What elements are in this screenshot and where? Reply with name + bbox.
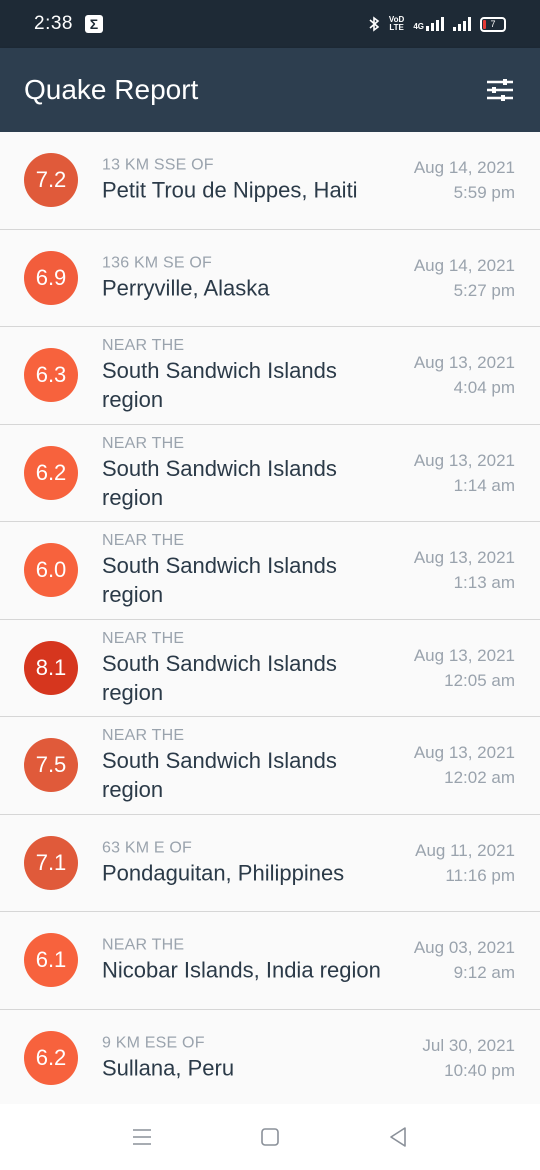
location-offset: NEAR THE — [102, 936, 185, 954]
location: NEAR THE South Sandwich Islands region — [102, 336, 392, 414]
battery-level: 7 — [490, 19, 496, 29]
magnitude-badge: 6.2 — [24, 1030, 78, 1085]
primary-location: Perryville, Alaska — [102, 275, 270, 301]
back-nav-icon[interactable] — [386, 1125, 410, 1149]
signal-icon — [453, 17, 471, 31]
magnitude-badge: 6.9 — [24, 250, 78, 305]
status-bar: 2:38 Σ VoD LTE 4G 7 — [0, 0, 540, 48]
battery-icon: 7 — [480, 16, 506, 32]
location: NEAR THE South Sandwich Islands region — [102, 726, 392, 804]
filter-settings-icon[interactable] — [484, 74, 516, 106]
quake-date: Aug 13, 2021 — [413, 743, 515, 763]
quake-date: Aug 14, 2021 — [413, 158, 515, 178]
navigation-bar — [0, 1104, 540, 1170]
location-offset: NEAR THE — [102, 337, 185, 355]
quake-time: 9:12 am — [453, 963, 515, 983]
quake-time: 12:05 am — [444, 670, 515, 690]
magnitude-badge: 6.3 — [24, 348, 78, 403]
location: 13 KM SSE OF Petit Trou de Nippes, Haiti — [102, 156, 392, 205]
list-item[interactable]: 6.0 NEAR THE South Sandwich Islands regi… — [0, 522, 540, 620]
status-time: 2:38 — [34, 13, 73, 34]
magnitude-badge: 7.2 — [24, 153, 78, 208]
quake-time: 5:59 pm — [453, 183, 515, 203]
primary-location: South Sandwich Islands region — [102, 358, 337, 413]
menu-nav-icon[interactable] — [130, 1125, 154, 1149]
quake-date: Aug 13, 2021 — [413, 548, 515, 568]
date-time: Aug 14, 2021 5:27 pm — [414, 253, 515, 303]
location: 63 KM E OF Pondaguitan, Philippines — [102, 838, 392, 887]
network-4g-icon: 4G — [413, 17, 444, 31]
location-offset: 9 KM ESE OF — [102, 1034, 205, 1052]
magnitude-badge: 6.1 — [24, 933, 78, 988]
magnitude-badge: 6.2 — [24, 445, 78, 500]
magnitude-badge: 6.0 — [24, 543, 78, 598]
date-time: Jul 30, 2021 10:40 pm — [422, 1033, 515, 1083]
location: NEAR THE Nicobar Islands, India region — [102, 936, 392, 985]
quake-date: Aug 11, 2021 — [415, 840, 515, 860]
magnitude-badge: 7.1 — [24, 835, 78, 890]
quake-date: Aug 13, 2021 — [413, 353, 515, 373]
volte-icon: VoD LTE — [388, 15, 405, 32]
home-nav-icon[interactable] — [258, 1125, 282, 1149]
list-item[interactable]: 6.2 9 KM ESE OF Sullana, Peru Jul 30, 20… — [0, 1009, 540, 1107]
date-time: Aug 13, 2021 4:04 pm — [414, 350, 515, 400]
quake-date: Jul 30, 2021 — [422, 1035, 515, 1055]
location: NEAR THE South Sandwich Islands region — [102, 531, 392, 609]
primary-location: Nicobar Islands, India region — [102, 957, 381, 983]
primary-location: South Sandwich Islands region — [102, 455, 337, 510]
list-item[interactable]: 6.9 136 KM SE OF Perryville, Alaska Aug … — [0, 229, 540, 327]
sigma-notification-icon: Σ — [84, 15, 103, 33]
primary-location: South Sandwich Islands region — [102, 748, 337, 803]
quake-time: 10:40 pm — [444, 1060, 515, 1080]
quake-time: 1:13 am — [453, 573, 515, 593]
list-item[interactable]: 7.5 NEAR THE South Sandwich Islands regi… — [0, 717, 540, 815]
date-time: Aug 13, 2021 12:05 am — [414, 643, 515, 693]
location: 9 KM ESE OF Sullana, Peru — [102, 1033, 392, 1082]
primary-location: Pondaguitan, Philippines — [102, 860, 345, 886]
quake-date: Aug 13, 2021 — [413, 450, 515, 470]
date-time: Aug 14, 2021 5:59 pm — [414, 155, 515, 205]
quake-time: 5:27 pm — [453, 280, 515, 300]
list-item[interactable]: 7.2 13 KM SSE OF Petit Trou de Nippes, H… — [0, 132, 540, 230]
location-offset: 13 KM SSE OF — [102, 156, 214, 174]
quake-time: 12:02 am — [444, 768, 515, 788]
location-offset: NEAR THE — [102, 727, 185, 745]
date-time: Aug 13, 2021 12:02 am — [414, 740, 515, 790]
bluetooth-icon — [369, 16, 380, 32]
location-offset: 63 KM E OF — [102, 839, 193, 857]
list-item[interactable]: 6.1 NEAR THE Nicobar Islands, India regi… — [0, 912, 540, 1010]
list-item[interactable]: 7.1 63 KM E OF Pondaguitan, Philippines … — [0, 814, 540, 912]
location-offset: NEAR THE — [102, 629, 185, 647]
list-item[interactable]: 6.3 NEAR THE South Sandwich Islands regi… — [0, 327, 540, 425]
location-offset: 136 KM SE OF — [102, 254, 212, 272]
date-time: Aug 13, 2021 1:14 am — [414, 448, 515, 498]
quake-date: Aug 03, 2021 — [413, 938, 515, 958]
primary-location: Petit Trou de Nippes, Haiti — [102, 177, 358, 203]
app-title: Quake Report — [24, 74, 199, 105]
earthquake-list: 7.2 13 KM SSE OF Petit Trou de Nippes, H… — [0, 132, 540, 1107]
list-item[interactable]: 8.1 NEAR THE South Sandwich Islands regi… — [0, 619, 540, 717]
magnitude-badge: 7.5 — [24, 738, 78, 793]
primary-location: South Sandwich Islands region — [102, 553, 337, 608]
list-item[interactable]: 6.2 NEAR THE South Sandwich Islands regi… — [0, 424, 540, 522]
primary-location: South Sandwich Islands region — [102, 650, 337, 705]
quake-date: Aug 14, 2021 — [413, 255, 515, 275]
date-time: Aug 13, 2021 1:13 am — [414, 545, 515, 595]
date-time: Aug 11, 2021 11:16 pm — [415, 838, 515, 888]
location-offset: NEAR THE — [102, 434, 185, 452]
primary-location: Sullana, Peru — [102, 1055, 235, 1081]
location-offset: NEAR THE — [102, 532, 185, 550]
status-icons: VoD LTE 4G 7 — [368, 16, 506, 32]
quake-time: 4:04 pm — [453, 378, 515, 398]
location: NEAR THE South Sandwich Islands region — [102, 629, 392, 707]
location: NEAR THE South Sandwich Islands region — [102, 434, 392, 512]
quake-time: 1:14 am — [453, 475, 515, 495]
magnitude-badge: 8.1 — [24, 640, 78, 695]
date-time: Aug 03, 2021 9:12 am — [414, 935, 515, 985]
app-bar: Quake Report — [0, 48, 540, 132]
location: 136 KM SE OF Perryville, Alaska — [102, 253, 392, 302]
quake-time: 11:16 pm — [445, 865, 515, 885]
quake-date: Aug 13, 2021 — [413, 645, 515, 665]
